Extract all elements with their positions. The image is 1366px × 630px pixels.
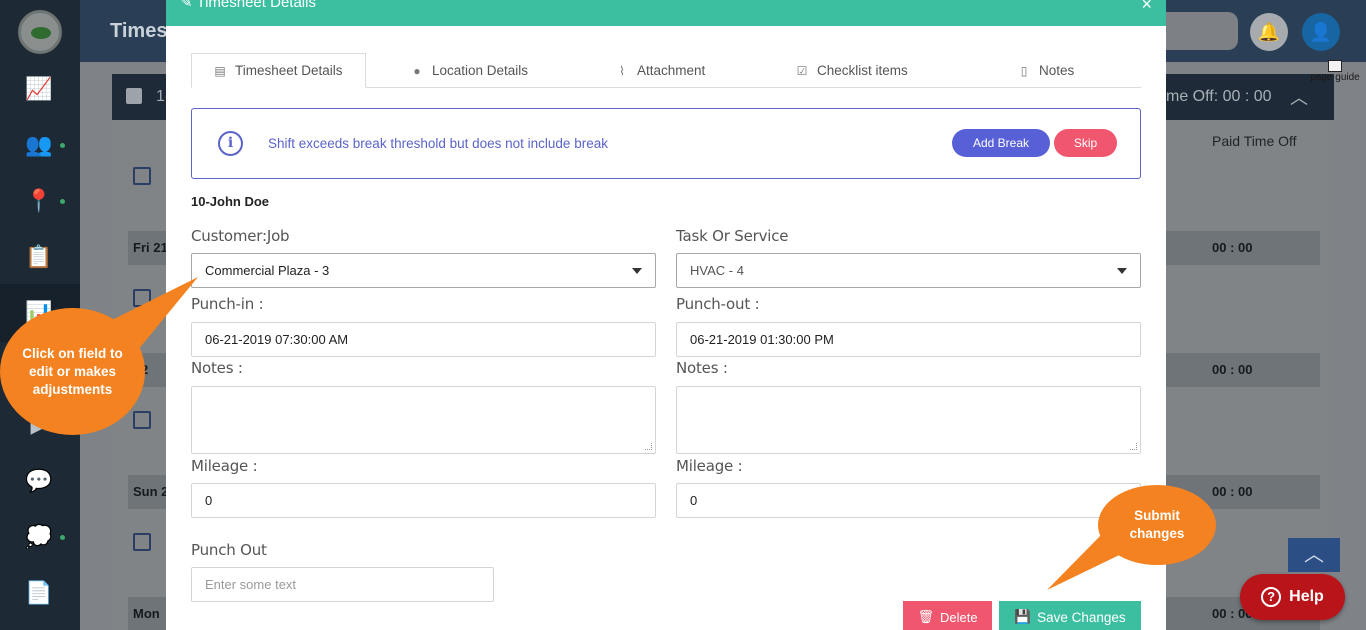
row-checkbox[interactable] <box>133 289 151 307</box>
chevron-up-icon[interactable]: ︿ <box>1290 84 1308 110</box>
tab-location-details[interactable]: ● Location Details <box>411 53 528 88</box>
card-header-time-off: me Off: 00 : 00 <box>1166 88 1272 105</box>
caret-down-icon <box>1117 267 1127 274</box>
status-dot <box>60 535 65 540</box>
tab-label: Location Details <box>432 63 529 78</box>
map-pin-icon[interactable]: 📍 <box>24 186 54 216</box>
modal-tabs: ▤ Timesheet Details ● Location Details ⌇… <box>191 53 1141 88</box>
tab-label: Attachment <box>637 63 706 78</box>
customer-job-select[interactable]: Commercial Plaza - 3 <box>191 253 656 288</box>
task-service-select[interactable]: HVAC - 4 <box>676 253 1141 288</box>
row-checkbox[interactable] <box>133 411 151 429</box>
customer-job-label: Customer:Job <box>191 227 290 245</box>
alert-message: Shift exceeds break threshold but does n… <box>268 136 608 151</box>
task-service-value: HVAC - 4 <box>690 263 744 278</box>
punch-in-value: 06-21-2019 07:30:00 AM <box>205 332 349 347</box>
close-icon[interactable]: × <box>1141 0 1152 15</box>
caret-down-icon <box>632 267 642 274</box>
punch-out-text-input[interactable]: Enter some text <box>191 567 494 602</box>
app-logo <box>18 10 62 54</box>
tab-label: Notes <box>1039 63 1075 78</box>
save-changes-button[interactable]: 💾 Save Changes <box>999 601 1141 630</box>
modal-header: ✎ Timesheet Details × <box>166 0 1166 26</box>
punch-in-label: Punch-in : <box>191 295 264 313</box>
info-icon: i <box>218 131 243 156</box>
checkbox-icon: ☑ <box>796 63 808 78</box>
floppy-disk-icon: 💾 <box>1014 609 1032 624</box>
help-button[interactable]: ? Help <box>1240 574 1345 620</box>
day-row-date: Mon <box>133 606 160 621</box>
user-icon[interactable]: 👤 <box>1302 13 1340 51</box>
document-icon[interactable]: 📄 <box>24 578 54 608</box>
dashboard-chart-icon[interactable]: 📈 <box>24 74 54 104</box>
day-row-date: Sun 2 <box>133 484 169 499</box>
tab-timesheet-details[interactable]: ▤ Timesheet Details <box>191 53 366 88</box>
tab-label: Timesheet Details <box>235 63 343 78</box>
punch-out-value: 06-21-2019 01:30:00 PM <box>690 332 834 347</box>
scroll-to-top-button[interactable]: ︿ <box>1288 538 1340 572</box>
row-checkbox[interactable] <box>133 167 151 185</box>
tab-checklist-items[interactable]: ☑ Checklist items <box>796 53 908 88</box>
notes-label: Notes : <box>191 359 243 377</box>
page-guide-icon <box>1328 60 1342 72</box>
edit-callout: Click on field to edit or makes adjustme… <box>0 308 145 435</box>
page-guide-label: page guide <box>1310 72 1360 83</box>
document-icon: ▤ <box>214 63 226 78</box>
tab-notes[interactable]: ▯ Notes <box>1018 53 1075 88</box>
delete-button[interactable]: 🗑 Delete <box>903 601 992 630</box>
file-icon: ▯ <box>1020 63 1028 78</box>
tab-label: Checklist items <box>817 63 908 78</box>
tab-attachment[interactable]: ⌇ Attachment <box>616 53 705 88</box>
mileage-input[interactable]: 0 <box>191 483 656 518</box>
punch-in-input[interactable]: 06-21-2019 07:30:00 AM <box>191 322 656 357</box>
page-guide-button[interactable]: page guide <box>1308 60 1362 83</box>
employee-name: 10-John Doe <box>191 194 270 209</box>
row-checkbox[interactable] <box>133 533 151 551</box>
day-row-total: 00 : 00 <box>1212 484 1253 499</box>
status-dot <box>60 143 65 148</box>
select-all-checkbox[interactable] <box>126 88 142 104</box>
delete-label: Delete <box>939 609 978 625</box>
break-warning-alert: i Shift exceeds break threshold but does… <box>191 108 1141 179</box>
punch-out-field-label: Punch Out <box>191 541 267 559</box>
message-icon[interactable]: 💭 <box>24 522 54 552</box>
paperclip-icon: ⌇ <box>619 63 625 78</box>
add-break-button[interactable]: Add Break <box>952 129 1050 157</box>
skip-button[interactable]: Skip <box>1054 129 1117 157</box>
bell-icon[interactable]: 🔔 <box>1250 13 1288 51</box>
trash-icon: 🗑 <box>917 609 934 624</box>
save-label: Save Changes <box>1037 609 1126 625</box>
submit-callout: Submit changes <box>1098 485 1216 565</box>
mileage-value: 0 <box>690 493 698 508</box>
modal-title: ✎ Timesheet Details <box>180 0 316 11</box>
mileage-label: Mileage : <box>191 457 258 475</box>
day-row-total: 00 : 00 <box>1212 362 1253 377</box>
punch-out-placeholder: Enter some text <box>205 577 297 592</box>
status-dot <box>60 199 65 204</box>
timesheet-details-modal: ✎ Timesheet Details × ▤ Timesheet Detail… <box>166 0 1166 630</box>
mileage-label: Mileage : <box>676 457 743 475</box>
column-header-paid-time-off: Paid Time Off <box>1212 133 1297 149</box>
day-row-total: 00 : 00 <box>1212 240 1253 255</box>
notes-textarea[interactable] <box>676 386 1141 454</box>
users-icon[interactable]: 👥 <box>24 130 54 160</box>
chat-icon[interactable]: 💬 <box>24 466 54 496</box>
punch-out-label: Punch-out : <box>676 295 760 313</box>
day-row-date: Fri 21 <box>133 240 168 255</box>
notes-textarea[interactable] <box>191 386 656 454</box>
customer-job-value: Commercial Plaza - 3 <box>205 263 330 278</box>
mileage-input[interactable]: 0 <box>676 483 1141 518</box>
notes-label: Notes : <box>676 359 728 377</box>
question-icon: ? <box>1261 587 1282 607</box>
clipboard-icon[interactable]: 📋 <box>24 242 54 272</box>
help-label: Help <box>1289 588 1324 605</box>
mileage-value: 0 <box>205 493 213 508</box>
task-service-label: Task Or Service <box>676 227 789 245</box>
globe-icon: ● <box>413 63 421 78</box>
punch-out-input[interactable]: 06-21-2019 01:30:00 PM <box>676 322 1141 357</box>
